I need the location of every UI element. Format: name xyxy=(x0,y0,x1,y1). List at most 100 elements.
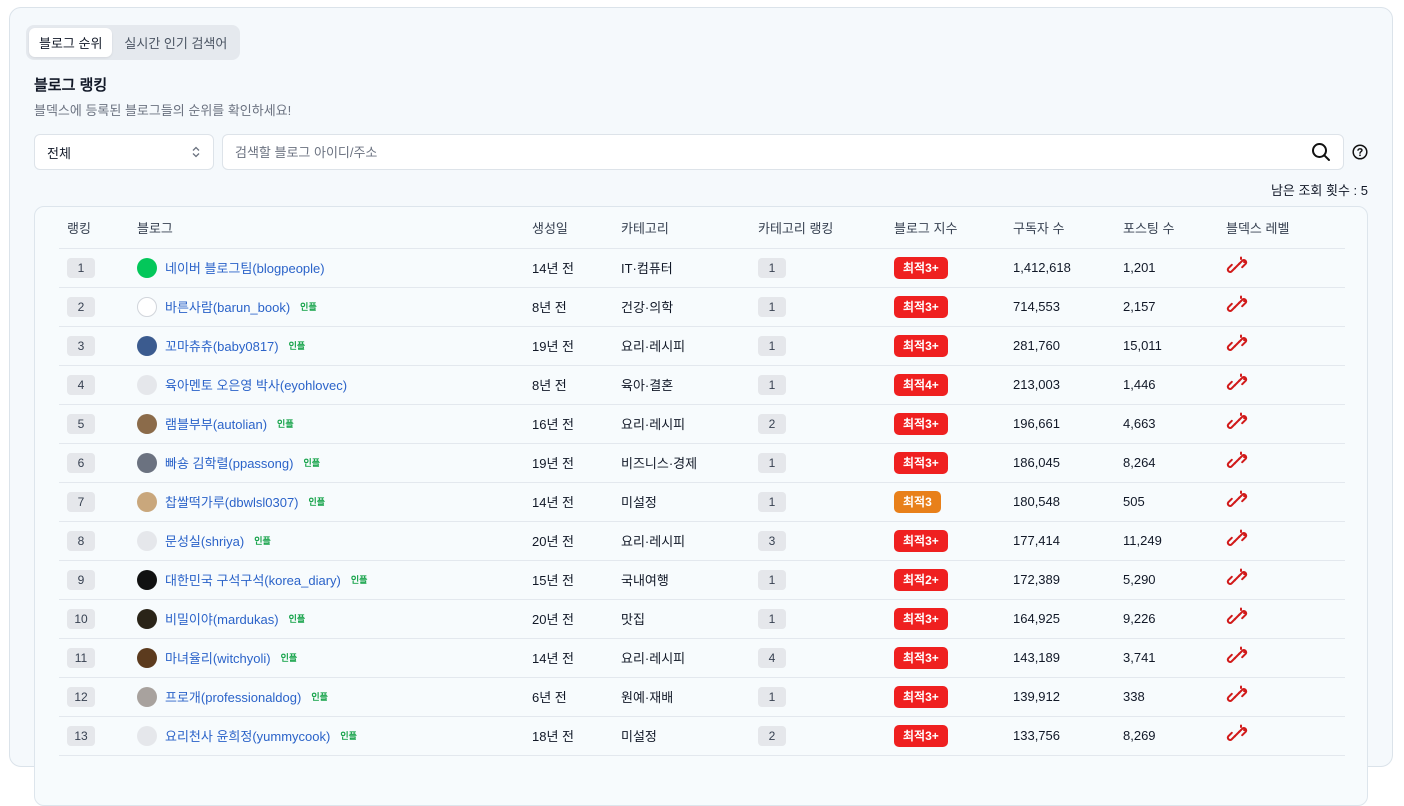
blog-cell: 마녀율리(witchyoli) 인플 xyxy=(137,647,532,668)
col-rank: 랭킹 xyxy=(59,207,137,249)
chain-link-icon[interactable] xyxy=(1226,294,1248,316)
blog-link[interactable]: 바른사람(barun_book) xyxy=(165,297,290,316)
blog-link[interactable]: 램블부부(autolian) xyxy=(165,414,267,433)
blog-cell: 비밀이야(mardukas) 인플 xyxy=(137,608,532,629)
influencer-badge: 인플 xyxy=(300,302,317,312)
chain-link-icon[interactable] xyxy=(1226,645,1248,667)
created-cell: 20년 전 xyxy=(532,599,621,639)
table-row[interactable]: 11 마녀율리(witchyoli) 인플 14년 전 요리·레시피 4 최적3… xyxy=(59,638,1345,678)
help-icon[interactable] xyxy=(1352,144,1368,160)
created-cell: 6년 전 xyxy=(532,677,621,717)
chain-link-icon[interactable] xyxy=(1226,372,1248,394)
rank-badge: 11 xyxy=(67,647,95,668)
blog-link[interactable]: 문성실(shriya) xyxy=(165,531,244,550)
chain-link-icon[interactable] xyxy=(1226,255,1248,277)
category-cell: 육아·결혼 xyxy=(621,365,758,405)
category-rank-badge: 1 xyxy=(758,374,786,395)
created-cell: 14년 전 xyxy=(532,638,621,678)
table-row[interactable]: 4 육아멘토 오은영 박사(eyohlovec) 8년 전 육아·결혼 1 최적… xyxy=(59,365,1345,405)
table-row[interactable]: 8 문성실(shriya) 인플 20년 전 요리·레시피 3 최적3+ 177… xyxy=(59,521,1345,561)
category-cell: 맛집 xyxy=(621,599,758,639)
blog-link[interactable]: 요리천사 윤희정(yummycook) xyxy=(165,726,330,745)
category-rank-badge: 2 xyxy=(758,413,786,434)
blog-link[interactable]: 대한민국 구석구석(korea_diary) xyxy=(165,570,341,589)
category-cell: IT·컴퓨터 xyxy=(621,248,758,288)
blog-avatar xyxy=(137,257,157,278)
chain-link-icon[interactable] xyxy=(1226,411,1248,433)
table-row[interactable]: 1 네이버 블로그팀(blogpeople) 14년 전 IT·컴퓨터 1 최적… xyxy=(59,248,1345,288)
blog-avatar xyxy=(137,569,157,590)
category-filter-select[interactable]: 전체 xyxy=(34,134,214,170)
blog-link[interactable]: 찹쌀떡가루(dbwlsl0307) xyxy=(165,492,299,511)
tab-blog-ranking[interactable]: 블로그 순위 xyxy=(29,28,113,57)
table-row[interactable]: 2 바른사람(barun_book) 인플 8년 전 건강·의학 1 최적3+ … xyxy=(59,287,1345,327)
blog-score-badge: 최적2+ xyxy=(894,568,948,591)
category-rank-badge: 1 xyxy=(758,686,786,707)
chain-link-icon[interactable] xyxy=(1226,489,1248,511)
blog-score-badge: 최적3+ xyxy=(894,295,948,318)
chain-link-icon[interactable] xyxy=(1226,606,1248,628)
created-cell: 8년 전 xyxy=(532,365,621,405)
blog-avatar xyxy=(137,491,157,512)
blog-link[interactable]: 프로개(professionaldog) xyxy=(165,687,301,706)
blog-avatar xyxy=(137,296,157,317)
blog-avatar xyxy=(137,452,157,473)
table-row[interactable]: 3 꼬마츄츄(baby0817) 인플 19년 전 요리·레시피 1 최적3+ … xyxy=(59,326,1345,366)
blog-cell: 램블부부(autolian) 인플 xyxy=(137,413,532,434)
blog-link[interactable]: 네이버 블로그팀(blogpeople) xyxy=(165,258,325,277)
tab-bar: 블로그 순위 실시간 인기 검색어 xyxy=(26,25,241,60)
table-row[interactable]: 13 요리천사 윤희정(yummycook) 인플 18년 전 미설정 2 최적… xyxy=(59,716,1345,756)
influencer-badge: 인플 xyxy=(277,419,294,429)
category-rank-badge: 1 xyxy=(758,608,786,629)
posts-cell: 11,249 xyxy=(1123,521,1226,561)
table-row[interactable]: 9 대한민국 구석구석(korea_diary) 인플 15년 전 국내여행 1… xyxy=(59,560,1345,600)
rank-badge: 3 xyxy=(67,335,95,356)
category-rank-badge: 1 xyxy=(758,335,786,356)
category-cell: 요리·레시피 xyxy=(621,326,758,366)
blog-cell: 대한민국 구석구석(korea_diary) 인플 xyxy=(137,569,532,590)
blog-score-badge: 최적3+ xyxy=(894,451,948,474)
chain-link-icon[interactable] xyxy=(1226,333,1248,355)
table-row[interactable]: 10 비밀이야(mardukas) 인플 20년 전 맛집 1 최적3+ 164… xyxy=(59,599,1345,639)
created-cell: 8년 전 xyxy=(532,287,621,327)
category-cell: 요리·레시피 xyxy=(621,404,758,444)
blog-link[interactable]: 육아멘토 오은영 박사(eyohlovec) xyxy=(165,375,347,394)
blog-link[interactable]: 빠숑 김학렬(ppassong) xyxy=(165,453,293,472)
search-input[interactable] xyxy=(235,144,1311,160)
table-row[interactable]: 5 램블부부(autolian) 인플 16년 전 요리·레시피 2 최적3+ … xyxy=(59,404,1345,444)
category-rank-badge: 1 xyxy=(758,569,786,590)
col-blog: 블로그 xyxy=(137,207,532,249)
blog-score-badge: 최적3+ xyxy=(894,412,948,435)
table-row[interactable]: 6 빠숑 김학렬(ppassong) 인플 19년 전 비즈니스·경제 1 최적… xyxy=(59,443,1345,483)
blog-cell: 요리천사 윤희정(yummycook) 인플 xyxy=(137,725,532,746)
rank-badge: 5 xyxy=(67,413,95,434)
rank-badge: 9 xyxy=(67,569,95,590)
created-cell: 15년 전 xyxy=(532,560,621,600)
table-row[interactable]: 12 프로개(professionaldog) 인플 6년 전 원예·재배 1 … xyxy=(59,677,1345,717)
blog-link[interactable]: 꼬마츄츄(baby0817) xyxy=(165,336,279,355)
table-row[interactable]: 7 찹쌀떡가루(dbwlsl0307) 인플 14년 전 미설정 1 최적3 1… xyxy=(59,482,1345,522)
blog-link[interactable]: 마녀율리(witchyoli) xyxy=(165,648,271,667)
subscribers-cell: 186,045 xyxy=(1013,443,1123,483)
chain-link-icon[interactable] xyxy=(1226,528,1248,550)
chain-link-icon[interactable] xyxy=(1226,684,1248,706)
search-icon[interactable] xyxy=(1311,142,1331,162)
ranking-panel: 블로그 순위 실시간 인기 검색어 블로그 랭킹 블덱스에 등록된 블로그들의 … xyxy=(9,7,1393,806)
blog-score-badge: 최적3+ xyxy=(894,646,948,669)
chain-link-icon[interactable] xyxy=(1226,567,1248,589)
table-header-row: 랭킹 블로그 생성일 카테고리 카테고리 랭킹 블로그 지수 구독자 수 포스팅… xyxy=(59,207,1345,249)
chain-link-icon[interactable] xyxy=(1226,723,1248,745)
page-title: 블로그 랭킹 xyxy=(34,77,108,94)
category-cell: 비즈니스·경제 xyxy=(621,443,758,483)
subscribers-cell: 281,760 xyxy=(1013,326,1123,366)
influencer-badge: 인플 xyxy=(311,692,328,702)
chain-link-icon[interactable] xyxy=(1226,450,1248,472)
subscribers-cell: 177,414 xyxy=(1013,521,1123,561)
subscribers-cell: 714,553 xyxy=(1013,287,1123,327)
remaining-count: 남은 조회 횟수 : 5 xyxy=(1270,183,1368,198)
blog-link[interactable]: 비밀이야(mardukas) xyxy=(165,609,279,628)
category-rank-badge: 1 xyxy=(758,452,786,473)
tab-realtime-keywords[interactable]: 실시간 인기 검색어 xyxy=(114,28,237,57)
category-cell: 건강·의학 xyxy=(621,287,758,327)
category-cell: 국내여행 xyxy=(621,560,758,600)
